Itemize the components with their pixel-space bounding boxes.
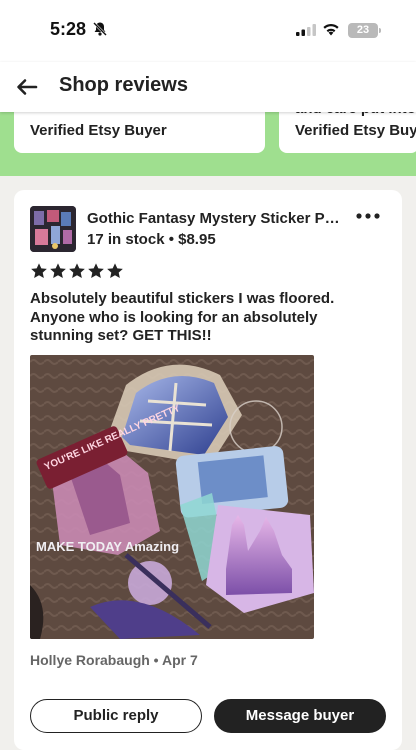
battery-nub xyxy=(379,28,381,33)
star-icon xyxy=(69,263,85,279)
verified-buyer-label: Verified Etsy Buyer xyxy=(30,122,167,139)
photo-sticker-text: MAKE TODAY Amazing xyxy=(36,539,179,554)
battery-level: 23 xyxy=(356,24,370,36)
message-buyer-button[interactable]: Message buyer xyxy=(214,699,386,733)
review-card: Gothic Fantasy Mystery Sticker Pa... 17 … xyxy=(14,190,402,750)
arrow-left-icon[interactable] xyxy=(14,74,40,100)
review-byline: Hollye Rorabaugh • Apr 7 xyxy=(30,652,198,668)
more-options-icon[interactable] xyxy=(353,206,383,226)
cell-signal-icon xyxy=(296,24,316,36)
star-icon xyxy=(107,263,123,279)
review-text: Absolutely beautiful stickers I was floo… xyxy=(30,290,335,344)
bell-slash-icon xyxy=(93,22,107,36)
app-header: Shop reviews xyxy=(0,62,416,112)
item-title[interactable]: Gothic Fantasy Mystery Sticker Pa... xyxy=(87,210,342,227)
star-rating xyxy=(30,262,124,280)
item-stock-price: 17 in stock • $8.95 xyxy=(87,231,216,248)
star-icon xyxy=(31,263,47,279)
status-bar: 5:28 23 xyxy=(0,0,416,62)
battery-icon: 23 xyxy=(348,23,378,38)
star-icon xyxy=(88,263,104,279)
public-reply-button[interactable]: Public reply xyxy=(30,699,202,733)
verified-buyer-label: Verified Etsy Buye xyxy=(295,122,416,139)
page-title: Shop reviews xyxy=(59,74,188,96)
status-time: 5:28 xyxy=(50,19,87,39)
wifi-icon xyxy=(323,23,339,36)
item-thumbnail[interactable] xyxy=(30,206,76,252)
star-icon xyxy=(50,263,66,279)
review-photo[interactable]: YOU'RE LIKE REALLY PRETTY MAKE TODAY Ama… xyxy=(30,355,314,639)
